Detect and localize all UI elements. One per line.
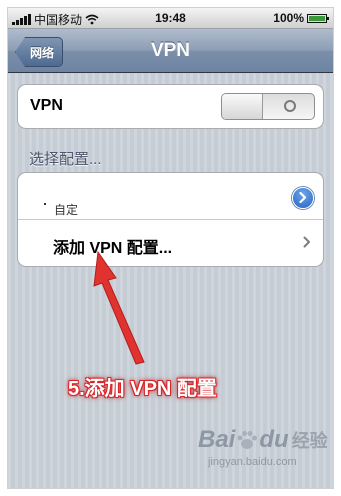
config-custom-label: 自定 [54, 203, 79, 217]
vpn-label: VPN [30, 97, 63, 114]
step-annotation: 5.添加 VPN 配置 [68, 378, 217, 400]
bullet-dot [44, 203, 46, 205]
baidu-watermark: Bai du 经验 jingyan.baidu.com [198, 426, 328, 468]
section-header: 选择配置... [29, 151, 102, 168]
brand-cn: 经验 [291, 431, 328, 451]
vpn-toggle-switch[interactable] [221, 93, 315, 120]
brand-suffix: du [259, 426, 289, 453]
config-item-custom[interactable]: 自定 [18, 173, 323, 220]
chevron-right-icon [303, 236, 310, 248]
toggle-off-icon [284, 100, 296, 112]
status-bar: 中国移动 19:48 100% [8, 8, 333, 29]
toggle-knob[interactable] [222, 94, 263, 119]
add-vpn-config-item[interactable]: 添加 VPN 配置... [18, 220, 323, 266]
paw-icon [237, 431, 258, 449]
detail-disclosure-icon[interactable] [292, 187, 314, 209]
vpn-toggle-cell: VPN [17, 84, 324, 129]
config-list: 自定 添加 VPN 配置... [17, 172, 324, 267]
watermark-url: jingyan.baidu.com [208, 456, 297, 468]
battery-icon [307, 13, 329, 23]
brand-prefix: Bai [198, 426, 236, 453]
baidu-logo: Bai du 经验 [198, 426, 328, 454]
red-arrow-annotation [93, 250, 145, 365]
navigation-bar: 网络 VPN [8, 29, 333, 73]
phone-screen: 中国移动 19:48 100% 网络 VPN VPN 选择配置... 自定 添加… [8, 8, 333, 488]
battery-percent: 100% [273, 11, 304, 25]
battery-group: 100% [273, 11, 329, 25]
page-title: VPN [150, 40, 191, 61]
